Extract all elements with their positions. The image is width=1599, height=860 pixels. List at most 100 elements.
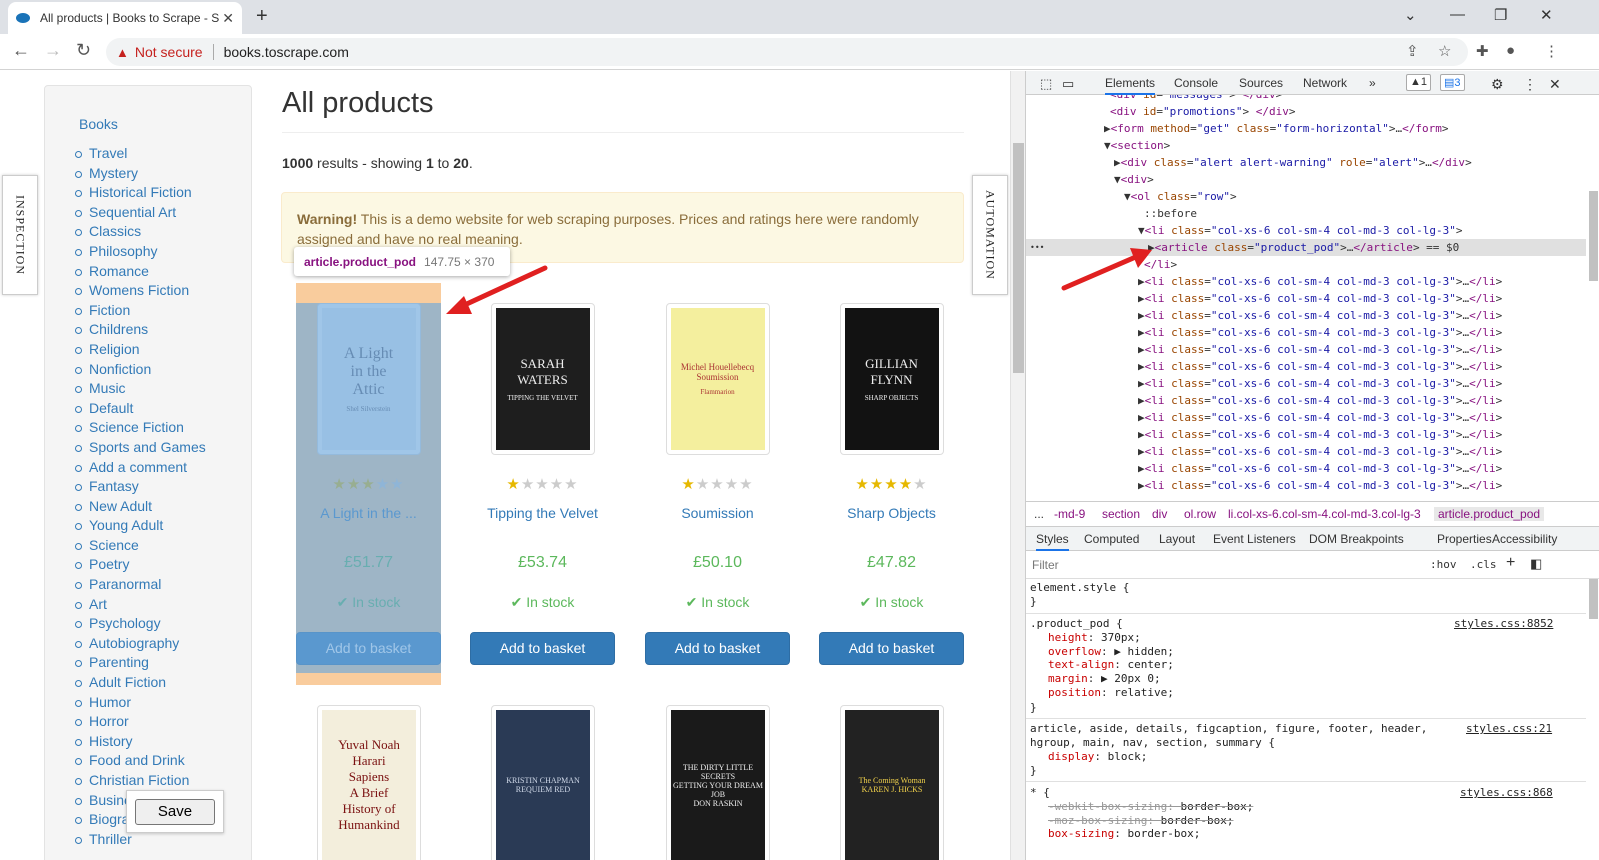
sidebar-category-link[interactable]: Parenting [75, 653, 206, 673]
back-icon[interactable]: ← [12, 40, 30, 61]
tab-sources[interactable]: Sources [1239, 76, 1283, 90]
breadcrumb-item[interactable]: ol.row [1184, 507, 1216, 521]
sidebar-category-link[interactable]: Nonfiction [75, 360, 206, 380]
dom-node[interactable]: ▶<li class="col-xs-6 col-sm-4 col-md-3 c… [1138, 290, 1502, 307]
browser-tab[interactable]: All products | Books to Scrape - S ✕ [8, 2, 242, 34]
close-devtools-icon[interactable]: ✕ [1549, 76, 1561, 93]
sidebar-category-link[interactable]: Humor [75, 693, 206, 713]
styles-scrollbar[interactable] [1586, 579, 1599, 860]
styles-subtab[interactable]: Layout [1159, 532, 1195, 546]
sidebar-category-link[interactable]: Music [75, 379, 206, 399]
warning-badge[interactable]: ▲1 [1406, 74, 1432, 91]
menu-kebab-icon[interactable]: ⋮ [1544, 42, 1559, 60]
styles-subtab[interactable]: Styles [1036, 532, 1069, 551]
sidebar-category-link[interactable]: Art [75, 595, 206, 615]
dom-node[interactable]: ▶<li class="col-xs-6 col-sm-4 col-md-3 c… [1138, 324, 1502, 341]
sidebar-category-link[interactable]: Young Adult [75, 516, 206, 536]
sidebar-category-link[interactable]: Classics [75, 222, 206, 242]
breadcrumb-item[interactable]: li.col-xs-6.col-sm-4.col-md-3.col-lg-3 [1228, 507, 1421, 521]
dom-node[interactable]: <div id="messages"> </div> [1110, 95, 1282, 103]
dom-node[interactable]: ▶<li class="col-xs-6 col-sm-4 col-md-3 c… [1138, 477, 1502, 494]
profile-avatar-icon[interactable]: ● [1506, 42, 1515, 59]
dom-scroll-thumb[interactable] [1589, 191, 1598, 281]
tab-elements[interactable]: Elements [1105, 76, 1156, 95]
product-title-link[interactable]: Soumission [645, 505, 790, 521]
sidebar-category-link[interactable]: Food and Drink [75, 751, 206, 771]
bookmark-star-icon[interactable]: ☆ [1438, 42, 1451, 60]
breadcrumb-item[interactable]: ... [1034, 507, 1044, 521]
share-icon[interactable]: ⇪ [1406, 42, 1419, 60]
style-declaration[interactable]: -webkit-box-sizing: border-box; [1048, 800, 1253, 814]
add-to-basket-button[interactable]: Add to basket [470, 632, 615, 665]
dom-node[interactable]: ▶<li class="col-xs-6 col-sm-4 col-md-3 c… [1138, 341, 1502, 358]
styles-scroll-thumb[interactable] [1589, 579, 1598, 619]
sidebar-category-link[interactable]: Science [75, 536, 206, 556]
product-title-link[interactable]: Sharp Objects [819, 505, 964, 521]
product-image[interactable]: Michel Houellebecq Soumission Flammarion [665, 303, 770, 455]
product-image[interactable]: KRISTIN CHAPMAN REQUIEM RED [491, 705, 595, 860]
styles-subtab[interactable]: Accessibility [1492, 532, 1557, 546]
sidebar-category-link[interactable]: Science Fiction [75, 418, 206, 438]
sidebar-category-link[interactable]: Womens Fiction [75, 281, 206, 301]
style-source-link[interactable]: styles.css:21 [1466, 722, 1552, 736]
sidebar-category-link[interactable]: Psychology [75, 614, 206, 634]
sidebar-category-link[interactable]: Fiction [75, 301, 206, 321]
save-button[interactable]: Save [135, 799, 215, 825]
page-scrollbar[interactable] [1010, 71, 1025, 860]
devtools-menu-icon[interactable]: ⋮ [1523, 76, 1537, 93]
new-style-rule-icon[interactable]: + [1506, 554, 1515, 572]
style-source-link[interactable]: styles.css:8852 [1454, 617, 1553, 631]
sidebar-category-link[interactable]: Romance [75, 262, 206, 282]
breadcrumb-item[interactable]: -md-9 [1054, 507, 1085, 521]
add-to-basket-button[interactable]: Add to basket [819, 632, 964, 665]
books-link[interactable]: Books [79, 116, 118, 132]
styles-subtab[interactable]: Properties [1437, 532, 1492, 546]
dom-node[interactable]: ▶<li class="col-xs-6 col-sm-4 col-md-3 c… [1138, 443, 1502, 460]
sidebar-category-link[interactable]: Paranormal [75, 575, 206, 595]
dom-node[interactable]: ▶<li class="col-xs-6 col-sm-4 col-md-3 c… [1138, 375, 1502, 392]
style-declaration[interactable]: display: block; [1048, 750, 1147, 764]
breadcrumb-item[interactable]: div [1152, 507, 1167, 521]
dom-node[interactable]: ▼<ol class="row"> [1124, 188, 1237, 205]
product-image[interactable]: GILLIAN FLYNN SHARP OBJECTS [839, 303, 944, 455]
sidebar-category-link[interactable]: Poetry [75, 555, 206, 575]
sidebar-category-link[interactable]: Christian Fiction [75, 771, 206, 791]
close-tab-icon[interactable]: ✕ [222, 10, 234, 27]
tab-console[interactable]: Console [1174, 76, 1218, 90]
product-image[interactable]: THE DIRTY LITTLE SECRETS GETTING YOUR DRE… [666, 705, 770, 860]
dom-node[interactable]: ▶<li class="col-xs-6 col-sm-4 col-md-3 c… [1138, 460, 1502, 477]
dom-node[interactable]: ▼<li class="col-xs-6 col-sm-4 col-md-3 c… [1138, 222, 1463, 239]
dom-node[interactable]: ▶<li class="col-xs-6 col-sm-4 col-md-3 c… [1138, 426, 1502, 443]
sidebar-category-link[interactable]: Sequential Art [75, 203, 206, 223]
add-to-basket-button[interactable]: Add to basket [645, 632, 790, 665]
dom-node[interactable]: ▶<div class="alert alert-warning" role="… [1114, 154, 1472, 171]
node-more-icon[interactable]: ••• [1030, 239, 1044, 256]
breadcrumb-item[interactable]: article.product_pod [1434, 507, 1545, 521]
style-declaration[interactable]: height: 370px; [1048, 631, 1141, 645]
page-scroll-thumb[interactable] [1013, 143, 1024, 373]
style-declaration[interactable]: box-sizing: border-box; [1048, 827, 1200, 841]
automation-side-tab[interactable]: AUTOMATION [972, 175, 1008, 295]
more-tabs-chevron-icon[interactable]: » [1369, 76, 1376, 90]
dom-node[interactable]: ▼<section> [1104, 137, 1170, 154]
sidebar-category-link[interactable]: Childrens [75, 320, 206, 340]
hov-toggle[interactable]: :hov [1430, 558, 1457, 571]
sidebar-category-link[interactable]: Horror [75, 712, 206, 732]
address-bar[interactable]: ▲ Not secure books.toscrape.com [106, 38, 1468, 66]
sidebar-category-link[interactable]: Sports and Games [75, 438, 206, 458]
sidebar-category-link[interactable]: Religion [75, 340, 206, 360]
product-title-link[interactable]: Tipping the Velvet [470, 505, 615, 521]
dom-node[interactable]: ▶<form method="get" class="form-horizont… [1104, 120, 1448, 137]
sidebar-category-link[interactable]: Default [75, 399, 206, 419]
product-image[interactable]: SARAH WATERS TIPPING THE VELVET [490, 303, 595, 455]
styles-subtab[interactable]: DOM Breakpoints [1309, 532, 1404, 546]
dom-node[interactable]: ::before [1144, 205, 1197, 222]
dom-node[interactable]: <div id="promotions"> </div> [1110, 103, 1295, 120]
style-declaration[interactable]: position: relative; [1048, 686, 1174, 700]
inspect-element-icon[interactable]: ⬚ [1040, 76, 1052, 92]
dom-node[interactable]: ▶<li class="col-xs-6 col-sm-4 col-md-3 c… [1138, 409, 1502, 426]
sidebar-category-link[interactable]: Autobiography [75, 634, 206, 654]
message-badge[interactable]: ▤3 [1440, 74, 1465, 91]
dom-scrollbar[interactable] [1586, 95, 1599, 501]
dom-node[interactable]: ▶<li class="col-xs-6 col-sm-4 col-md-3 c… [1138, 273, 1502, 290]
